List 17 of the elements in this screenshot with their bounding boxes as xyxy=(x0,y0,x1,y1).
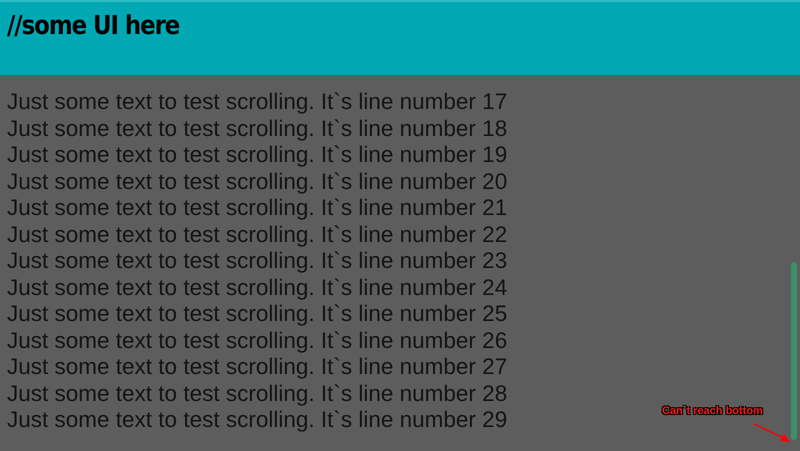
text-line: Just some text to test scrolling. It`s line number 28 xyxy=(7,380,508,407)
annotation-arrow-icon xyxy=(752,422,792,444)
text-line: Just some text to test scrolling. It`s line number 23 xyxy=(7,248,508,274)
text-line: Just some text to test scrolling. It`s line number 20 xyxy=(7,168,508,195)
text-line: Just some text to test scrolling. It`s line number 29 xyxy=(7,407,508,434)
text-line: Just some text to test scrolling. It`s line number 27 xyxy=(7,354,508,380)
text-line: Just some text to test scrolling. It`s line number 26 xyxy=(7,328,508,354)
scrollbar-thumb[interactable] xyxy=(791,262,797,440)
annotation-text: Can`t reach bottom xyxy=(662,405,763,417)
text-line: Just some text to test scrolling. It`s line number 24 xyxy=(7,274,508,301)
text-line: Just some text to test scrolling. It`s line number 22 xyxy=(7,222,508,248)
header-title: //some UI here xyxy=(7,11,180,41)
text-line: Just some text to test scrolling. It`s line number 18 xyxy=(7,116,508,142)
text-line: Just some text to test scrolling. It`s line number 19 xyxy=(7,142,508,168)
text-line: Just some text to test scrolling. It`s line number 21 xyxy=(7,195,508,222)
text-line: Just some text to test scrolling. It`s line number 25 xyxy=(7,301,508,328)
text-line: Just some text to test scrolling. It`s line number 17 xyxy=(7,89,508,116)
